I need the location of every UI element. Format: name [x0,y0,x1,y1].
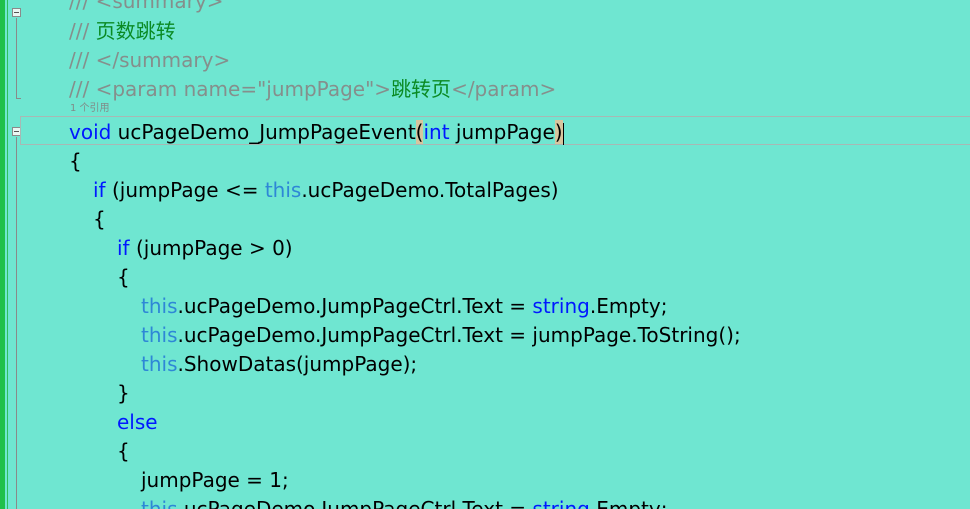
code-line[interactable]: /// <param name="jumpPage">跳转页</param> [69,75,556,104]
code-token: ucPageDemo_JumpPageEvent [111,120,416,144]
code-token: /// </summary> [69,48,231,72]
fold-guide-end [16,98,21,99]
code-token: .ucPageDemo.JumpPageCtrl.Text = [177,294,533,318]
code-line[interactable]: { [93,205,106,234]
code-token: jumpPage [449,120,555,144]
code-token: </param> [451,77,557,101]
gutter-divider [7,0,8,509]
code-token: .ShowDatas(jumpPage); [177,352,418,376]
code-line[interactable]: { [117,437,130,466]
code-token: { [69,149,82,173]
code-token: string [532,294,590,318]
code-line[interactable]: jumpPage = 1; [141,466,289,495]
code-token: { [117,265,130,289]
code-token: this [264,178,302,202]
code-token: int [423,120,450,144]
code-line[interactable]: /// </summary> [69,46,230,75]
text-caret [562,122,564,145]
code-line[interactable]: /// 页数跳转 [69,17,176,46]
code-token: if [93,178,106,202]
code-token: .Empty; [589,294,668,318]
code-token: 跳转页 [391,77,452,101]
code-token: ) [554,120,563,144]
code-token: /// [69,19,96,43]
code-line[interactable]: /// <summary> [69,0,223,16]
fold-guide [16,18,17,98]
code-line[interactable]: { [117,263,130,292]
code-token: this [141,294,178,318]
code-line[interactable]: { [69,147,82,176]
code-token: } [117,381,130,405]
fold-guide [16,137,17,509]
code-token: { [93,207,106,231]
code-line[interactable]: void ucPageDemo_JumpPageEvent(int jumpPa… [69,118,564,147]
code-token: if [117,236,130,260]
code-token: jumpPage = 1; [141,468,289,492]
code-line[interactable]: this.ucPageDemo.JumpPageCtrl.Text = jump… [141,321,741,350]
code-token: this [141,323,178,347]
code-token: { [117,439,130,463]
code-line[interactable]: this.ucPageDemo.JumpPageCtrl.Text = stri… [141,495,667,509]
codelens-reference-count[interactable]: 1 个引用 [70,102,110,116]
code-token: this [141,497,178,509]
code-token: .ucPageDemo.JumpPageCtrl.Text = jumpPage… [177,323,741,347]
code-line[interactable]: this.ucPageDemo.JumpPageCtrl.Text = stri… [141,292,667,321]
code-line[interactable]: else [117,408,158,437]
code-token: /// <summary> [69,0,224,13]
code-token: 页数跳转 [95,19,176,43]
code-line[interactable]: if (jumpPage > 0) [117,234,293,263]
code-token: else [117,410,158,434]
code-token: .ucPageDemo.TotalPages) [301,178,559,202]
code-token: .Empty; [589,497,668,509]
code-token: this [141,352,178,376]
code-line[interactable]: if (jumpPage <= this.ucPageDemo.TotalPag… [93,176,559,205]
code-editor[interactable]: 1 个引用 /// <summary>/// 页数跳转/// </summary… [0,0,970,509]
code-token: /// <param name="jumpPage"> [69,77,392,101]
change-indicator-bar [0,0,5,509]
code-token: (jumpPage <= [105,178,265,202]
collapse-toggle-icon[interactable] [12,8,21,17]
code-token: .ucPageDemo.JumpPageCtrl.Text = [177,497,533,509]
code-line[interactable]: this.ShowDatas(jumpPage); [141,350,417,379]
code-token: void [69,120,112,144]
code-token: (jumpPage > 0) [129,236,293,260]
code-line[interactable]: } [117,379,130,408]
code-token: string [532,497,590,509]
